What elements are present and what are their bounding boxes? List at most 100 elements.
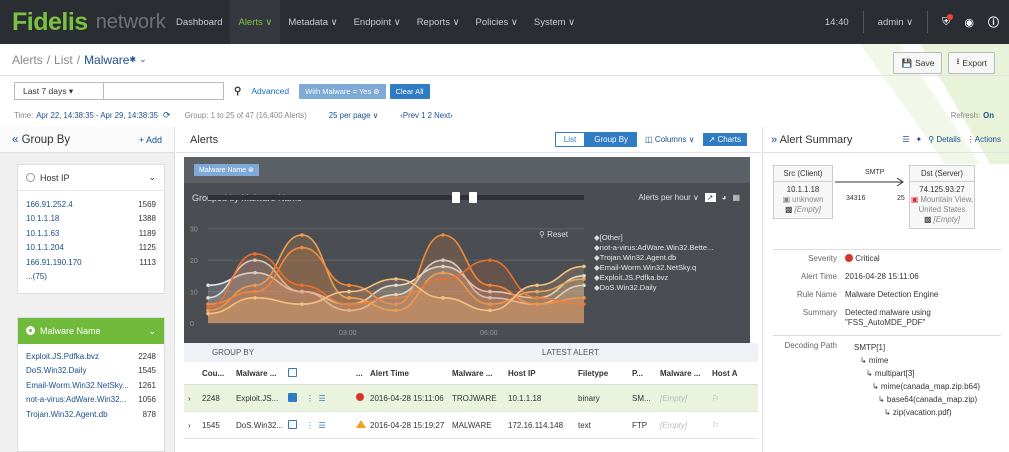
radio-button[interactable] xyxy=(26,172,35,182)
row-checkbox[interactable] xyxy=(284,419,302,431)
list-item[interactable]: 166.91.190.170 1113 xyxy=(18,255,164,270)
column-header[interactable]: Host IP xyxy=(504,369,574,378)
search-icon[interactable]: ⚲ xyxy=(234,86,241,97)
list-icon[interactable]: ☰ xyxy=(318,421,325,430)
column-header[interactable]: Cou... xyxy=(198,369,232,378)
expand-icon[interactable]: › xyxy=(184,421,198,430)
advanced-link[interactable]: Advanced xyxy=(251,86,289,96)
nav-policies[interactable]: Policies ∨ xyxy=(468,0,526,44)
legend-item[interactable]: Email-Worm.Win32.NetSky.q xyxy=(594,263,744,273)
list-view-button[interactable]: List xyxy=(554,132,586,147)
pager[interactable]: ‹Prev 1 2 Next› xyxy=(400,111,452,120)
list-item[interactable]: Trojan.Win32.Agent.db 878 xyxy=(18,407,164,422)
path-node[interactable]: ↳ multipart[3] xyxy=(854,367,980,380)
path-node[interactable]: ↳ mime xyxy=(854,354,980,367)
export-button[interactable]: ⭳ Export xyxy=(948,52,995,74)
column-header[interactable]: Malware ... xyxy=(448,369,504,378)
host-ip-facet-header[interactable]: Host IP ⌄ xyxy=(18,165,164,191)
list-item[interactable]: DoS.Win32.Daily 1545 xyxy=(18,364,164,379)
nav-dashboard[interactable]: Dashboard xyxy=(168,0,230,44)
chevron-down-icon[interactable]: ⌄ xyxy=(139,54,147,65)
time-range-select[interactable]: Last 7 days ▾ xyxy=(14,82,104,100)
info-icon[interactable]: ⓘ xyxy=(988,14,999,30)
path-node[interactable]: ↳ mime(canada_map.zip.b64) xyxy=(854,380,980,393)
refresh-icon[interactable]: ⟳ xyxy=(163,110,171,121)
checkbox[interactable] xyxy=(288,367,297,377)
nav-system[interactable]: System ∨ xyxy=(526,0,583,44)
destination-ip[interactable]: 74.125.93.27 xyxy=(910,185,974,195)
select-all-checkbox[interactable] xyxy=(284,367,302,379)
group-by-view-button[interactable]: Group By xyxy=(585,132,638,147)
rule-name-value[interactable]: Malware Detection Engine xyxy=(845,290,995,300)
charts-button[interactable]: ➚ Charts xyxy=(702,133,747,146)
list-item[interactable]: 10.1.1.63 1189 xyxy=(18,226,164,241)
add-group-button[interactable]: + Add xyxy=(139,135,162,145)
columns-button[interactable]: ◫ Columns ∨ xyxy=(645,135,694,144)
collapse-icon[interactable]: « xyxy=(12,134,18,146)
table-row[interactable]: › 2248 Exploit.JS... ⋮ ☰ 2016-04-28 15:1… xyxy=(184,385,758,412)
column-header[interactable]: Filetype xyxy=(574,369,628,378)
list-icon[interactable]: ☰ xyxy=(318,394,325,403)
per-page-select[interactable]: 25 per page ∨ xyxy=(329,111,379,120)
path-node[interactable]: ↳ base64(canada_map.zip) xyxy=(854,393,980,406)
path-node[interactable]: ↳ zip(vacation.pdf) xyxy=(854,406,980,419)
search-input[interactable] xyxy=(104,82,224,100)
legend-item[interactable]: not-a-virus:AdWare.Win32.Bette... xyxy=(594,243,744,253)
column-header[interactable]: Alert Time xyxy=(366,369,448,378)
row-actions[interactable]: ⋮ ☰ xyxy=(302,394,352,403)
more-icon[interactable]: ⋮ xyxy=(306,394,314,403)
legend-item[interactable]: DoS.Win32.Daily xyxy=(594,283,744,293)
legend-item[interactable]: [Other] xyxy=(594,233,744,243)
row-checkbox[interactable] xyxy=(284,392,302,404)
malware-name-facet-header[interactable]: Malware Name ⌄ xyxy=(18,318,164,344)
column-header[interactable]: Malware ... xyxy=(656,369,708,378)
list-item[interactable]: 166.91.252.4 1569 xyxy=(18,197,164,212)
flag-icon[interactable]: ⚐ xyxy=(708,421,738,430)
chevron-down-icon[interactable]: ⌄ xyxy=(148,326,156,337)
expand-icon[interactable]: › xyxy=(184,394,198,403)
clear-all-button[interactable]: Clear All xyxy=(389,83,430,99)
expand-panel-icon[interactable]: » xyxy=(771,134,777,146)
details-link[interactable]: ⚲ Details xyxy=(928,135,961,144)
breadcrumb-alerts[interactable]: Alerts xyxy=(12,53,43,67)
flag-icon[interactable]: ⚐ xyxy=(708,394,738,403)
chart-filter-chip[interactable]: Malware Name ⊗ xyxy=(194,164,259,176)
legend-item[interactable]: Exploit.JS.Pdfka.bvz xyxy=(594,273,744,283)
chevron-down-icon[interactable]: ⌄ xyxy=(148,172,156,183)
refresh-toggle[interactable]: On xyxy=(983,111,994,120)
nav-alerts[interactable]: Alerts ∨ xyxy=(230,0,281,44)
more-items-link[interactable]: ...(75) xyxy=(18,270,164,285)
list-item[interactable]: 10.1.1.204 1125 xyxy=(18,241,164,256)
path-node[interactable]: SMTP[1] xyxy=(854,341,980,354)
list-item[interactable]: 10.1.1.18 1388 xyxy=(18,212,164,227)
reset-zoom-button[interactable]: ⚲ Reset xyxy=(539,230,568,239)
actions-link[interactable]: ⋮Actions xyxy=(967,135,1001,144)
table-row[interactable]: › 1545 DoS.Win32... ⋮ ☰ 2016-04-28 15:19… xyxy=(184,412,758,439)
column-header[interactable]: Host A xyxy=(708,369,738,378)
column-header[interactable]: P... xyxy=(628,369,656,378)
user-menu[interactable]: admin ∨ xyxy=(878,17,913,28)
checkbox[interactable] xyxy=(288,419,297,429)
save-button[interactable]: 💾 Save xyxy=(893,52,943,74)
brand-logo[interactable]: Fidelis network xyxy=(0,8,168,37)
nav-metadata[interactable]: Metadata ∨ xyxy=(280,0,345,44)
column-header[interactable]: Malware ... xyxy=(232,369,284,378)
list-item[interactable]: Email-Worm.Win32.NetSky... 1261 xyxy=(18,378,164,393)
row-actions[interactable]: ⋮ ☰ xyxy=(302,421,352,430)
column-header[interactable]: ... xyxy=(352,369,366,378)
breadcrumb-list[interactable]: List xyxy=(54,53,73,67)
checkbox[interactable] xyxy=(288,392,297,402)
nav-reports[interactable]: Reports ∨ xyxy=(409,0,468,44)
filter-chip[interactable]: With Malware = Yes ⊗ xyxy=(299,83,386,99)
list-item[interactable]: not-a-virus:AdWare.Win32... 1056 xyxy=(18,393,164,408)
database-icon[interactable]: ☰ xyxy=(902,135,909,144)
more-icon[interactable]: ⋮ xyxy=(306,421,314,430)
nav-endpoint[interactable]: Endpoint ∨ xyxy=(346,0,409,44)
list-item[interactable]: Exploit.JS.Pdfka.bvz 2248 xyxy=(18,349,164,364)
pin-icon[interactable]: ✦ xyxy=(916,135,923,144)
radio-button-selected[interactable] xyxy=(26,326,35,335)
legend-item[interactable]: Trojan.Win32.Agent.db xyxy=(594,253,744,263)
eye-icon[interactable]: ◉ xyxy=(964,16,974,29)
shield-alert-icon[interactable]: ⛨ xyxy=(942,13,954,29)
source-ip[interactable]: 10.1.1.18 xyxy=(774,185,832,195)
